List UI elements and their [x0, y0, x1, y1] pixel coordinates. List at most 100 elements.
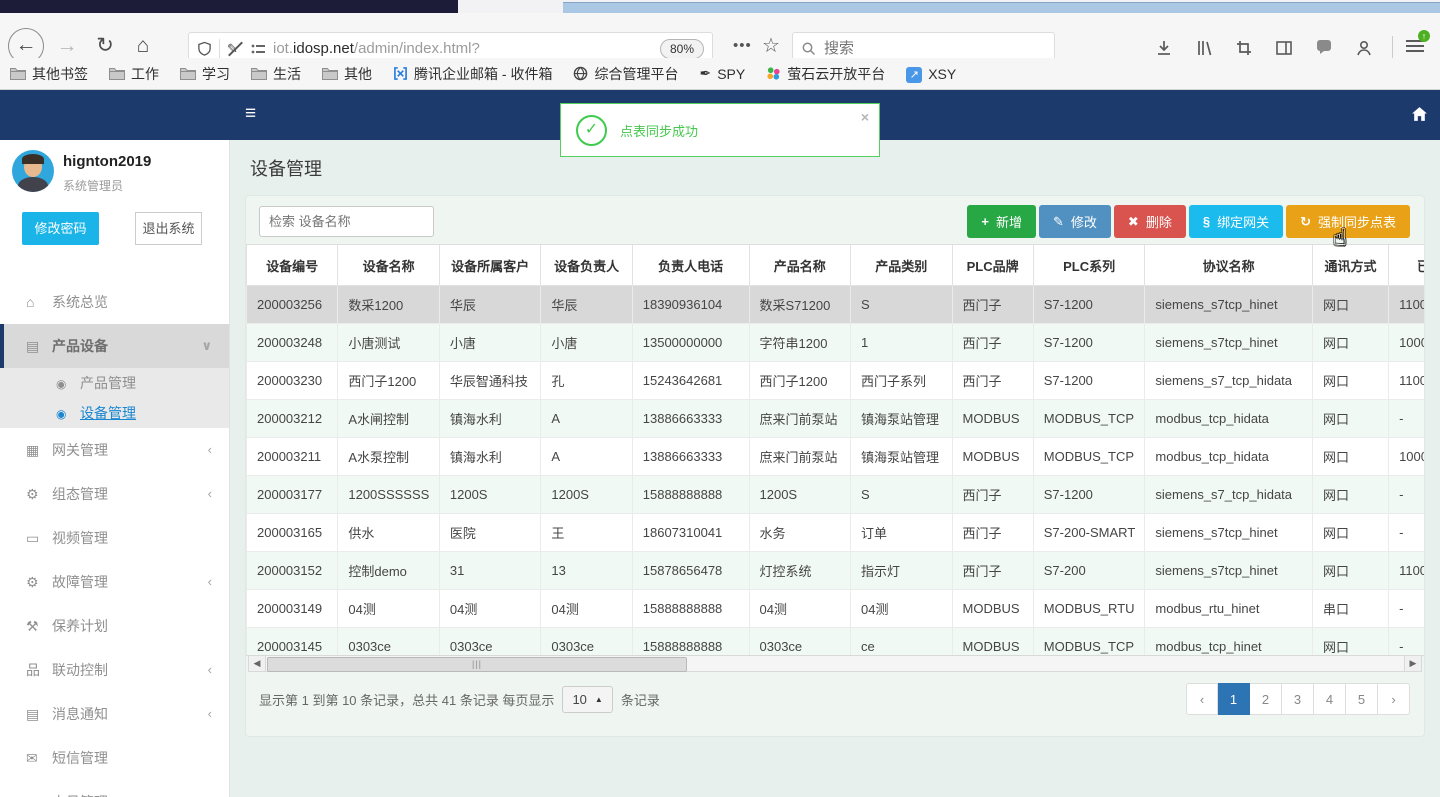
- bookmark-item[interactable]: 其他: [322, 64, 372, 84]
- sidebar-item[interactable]: ✉ 短信管理: [0, 736, 229, 780]
- table-row[interactable]: 200003211 A水泵控制 镇海水利 A 13886663333 庶来门前泵站 镇海泵站…: [246, 437, 1424, 476]
- table-cell: S7-200-SMART: [1032, 513, 1146, 552]
- reload-button[interactable]: ↻: [90, 31, 120, 61]
- table-row[interactable]: 200003152 控制demo 31 13 15878656478 灯控系统 指示灯 西门子…: [246, 551, 1424, 590]
- horizontal-scrollbar[interactable]: ◀ ||| ▶: [248, 655, 1422, 672]
- table-cell: 小唐测试: [337, 323, 440, 362]
- sidebar-panel-icon[interactable]: [1275, 39, 1295, 59]
- page-button[interactable]: 4: [1314, 683, 1346, 715]
- screenshot-icon[interactable]: [1235, 39, 1255, 59]
- downloads-icon[interactable]: [1155, 39, 1175, 59]
- column-header[interactable]: 设备负责人: [540, 245, 633, 286]
- book-icon: ▤: [26, 338, 40, 354]
- folder-icon: [180, 67, 196, 80]
- monitor-icon: ▭: [26, 530, 40, 546]
- table-row[interactable]: 200003230 西门子1200 华辰智通科技孔 15243642681 西门子120…: [246, 361, 1424, 400]
- bookmark-item[interactable]: 综合管理平台: [573, 64, 678, 84]
- page-button[interactable]: ‹: [1186, 683, 1218, 715]
- sidebar-item[interactable]: 品联动控制 ‹: [0, 648, 229, 692]
- 修改-button[interactable]: ✎ 修改: [1038, 205, 1111, 238]
- library-icon[interactable]: [1195, 39, 1215, 59]
- plus-icon: +: [981, 214, 989, 229]
- table-cell: siemens_s7tcp_hinet: [1144, 285, 1313, 324]
- column-header[interactable]: 负责人电话: [631, 245, 750, 286]
- table-cell: 镇海水利: [438, 399, 542, 438]
- table-row[interactable]: 200003149 04测 04测 04测 15888888888 04测 04测 MODBU…: [246, 589, 1424, 628]
- sidebar-subitem[interactable]: ◉ 产品管理: [0, 368, 229, 398]
- table-row[interactable]: 200003165 供水 医院王 18607310041 水务 订单 西门子 S7-200-S…: [246, 513, 1424, 552]
- table-row[interactable]: 200003145 0303ce 0303ce 0303ce 15888888888 03…: [246, 627, 1424, 655]
- bookmark-star-icon[interactable]: ☆: [762, 33, 780, 58]
- pocket-chat-icon[interactable]: [1315, 39, 1335, 59]
- page-size-select[interactable]: 10 ▲: [562, 685, 613, 713]
- table-row[interactable]: 200003256 数采1200 华辰 华辰 18390936104 数采S71200 S 西…: [246, 285, 1424, 324]
- device-search-input[interactable]: [259, 206, 434, 237]
- sidebar-item[interactable]: ⌂ 系统总览: [0, 280, 229, 324]
- sidebar-item[interactable]: ▦ 网关管理 ‹: [0, 428, 229, 472]
- bookmark-item[interactable]: 工作: [109, 64, 159, 84]
- bookmark-item[interactable]: 学习: [180, 64, 230, 84]
- scroll-left-icon[interactable]: ◀: [249, 656, 266, 671]
- column-header[interactable]: PLC品牌: [951, 245, 1034, 286]
- column-header[interactable]: 通讯方式: [1311, 245, 1390, 286]
- 新增-button[interactable]: + 新增: [967, 205, 1036, 238]
- column-header[interactable]: PLC系列: [1032, 245, 1146, 286]
- 删除-button[interactable]: ✖ 删除: [1113, 205, 1186, 238]
- column-header[interactable]: 产品类别: [850, 245, 953, 286]
- disabled-pencil-icon[interactable]: ✎: [227, 41, 243, 57]
- success-check-icon: ✓: [576, 114, 607, 146]
- home-button[interactable]: ⌂: [128, 31, 158, 61]
- column-header[interactable]: 设备所属客户: [438, 245, 542, 286]
- page-button[interactable]: 5: [1346, 683, 1378, 715]
- table-row[interactable]: 200003212 A水闸控制 镇海水利 A 13886663333 庶来门前泵站 镇海泵站…: [246, 399, 1424, 438]
- active-tab[interactable]: [0, 0, 458, 13]
- forward-button[interactable]: →: [52, 31, 82, 61]
- page-button[interactable]: 2: [1250, 683, 1282, 715]
- bookmark-item[interactable]: 生活: [251, 64, 301, 84]
- column-header[interactable]: 设备编号: [246, 245, 339, 286]
- menu-hamburger-icon[interactable]: [1406, 40, 1424, 55]
- avatar[interactable]: [12, 150, 54, 192]
- table-cell: 31: [438, 551, 542, 590]
- bookmark-item[interactable]: ✒ SPY: [699, 65, 745, 82]
- sidebar-item[interactable]: ⚙ 故障管理 ‹: [0, 560, 229, 604]
- sidebar-menu: ⌂ 系统总览 ▤ 产品设备 ∨ ◉ 产品管理 ◉ 设备管理 ▦ 网关管理 ‹ ⚙ 组态管理 ‹ ▭ 视频管理 ⚙ 故…: [0, 280, 229, 797]
- toast-close-icon[interactable]: ×: [861, 109, 869, 125]
- column-header[interactable]: 已绑定网关: [1388, 245, 1424, 286]
- table-row[interactable]: 200003248 小唐测试 小唐 小唐 13500000000 字符串1200 1 西门子 S…: [246, 323, 1424, 362]
- sidebar-item[interactable]: ▤ 消息通知 ‹: [0, 692, 229, 736]
- sidebar-toggle-icon[interactable]: ≡: [245, 103, 256, 125]
- sim-icon: ▯: [26, 780, 52, 797]
- account-icon[interactable]: [1355, 39, 1375, 59]
- page-button[interactable]: 3: [1282, 683, 1314, 715]
- permissions-icon[interactable]: [250, 42, 266, 56]
- sidebar-item[interactable]: ▭ 视频管理: [0, 516, 229, 560]
- 绑定网关-button[interactable]: § 绑定网关: [1188, 205, 1284, 238]
- browser-search-input[interactable]: [822, 39, 1026, 58]
- column-header[interactable]: 产品名称: [748, 245, 852, 286]
- bookmark-item[interactable]: ↗ XSY: [906, 65, 956, 83]
- page-button[interactable]: 1: [1218, 683, 1250, 715]
- page-actions-icon[interactable]: •••: [733, 37, 752, 54]
- sidebar-item[interactable]: ⚒ 保养计划: [0, 604, 229, 648]
- scroll-right-icon[interactable]: ▶: [1404, 656, 1421, 671]
- scrollbar-thumb[interactable]: |||: [267, 657, 687, 672]
- sidebar-item[interactable]: ▤ 产品设备 ∨: [0, 324, 229, 368]
- sidebar-item[interactable]: ⚙ 组态管理 ‹: [0, 472, 229, 516]
- bookmark-item[interactable]: 萤石云开放平台: [766, 64, 885, 84]
- zoom-badge[interactable]: 80%: [659, 38, 704, 59]
- table-row[interactable]: 200003177 1200SSSSSS 1200S 1200S 15888888888…: [246, 475, 1424, 514]
- column-header[interactable]: 设备名称: [337, 245, 440, 286]
- sidebar-item[interactable]: ▯卡号管理: [0, 780, 229, 797]
- shield-icon[interactable]: [197, 41, 212, 57]
- bookmark-item[interactable]: 其他书签: [10, 64, 88, 84]
- bookmark-item[interactable]: 腾讯企业邮箱 - 收件箱: [393, 64, 552, 84]
- table-cell: 15888888888: [631, 475, 750, 514]
- page-button[interactable]: ›: [1378, 683, 1410, 715]
- 强制同步点表-button[interactable]: ↻ 强制同步点表: [1286, 205, 1410, 238]
- change-password-button[interactable]: 修改密码: [22, 212, 99, 245]
- logout-button[interactable]: 退出系统: [135, 212, 202, 245]
- sidebar-subitem[interactable]: ◉ 设备管理: [0, 398, 229, 428]
- app-home-icon[interactable]: [1411, 106, 1428, 123]
- column-header[interactable]: 协议名称: [1144, 245, 1313, 286]
